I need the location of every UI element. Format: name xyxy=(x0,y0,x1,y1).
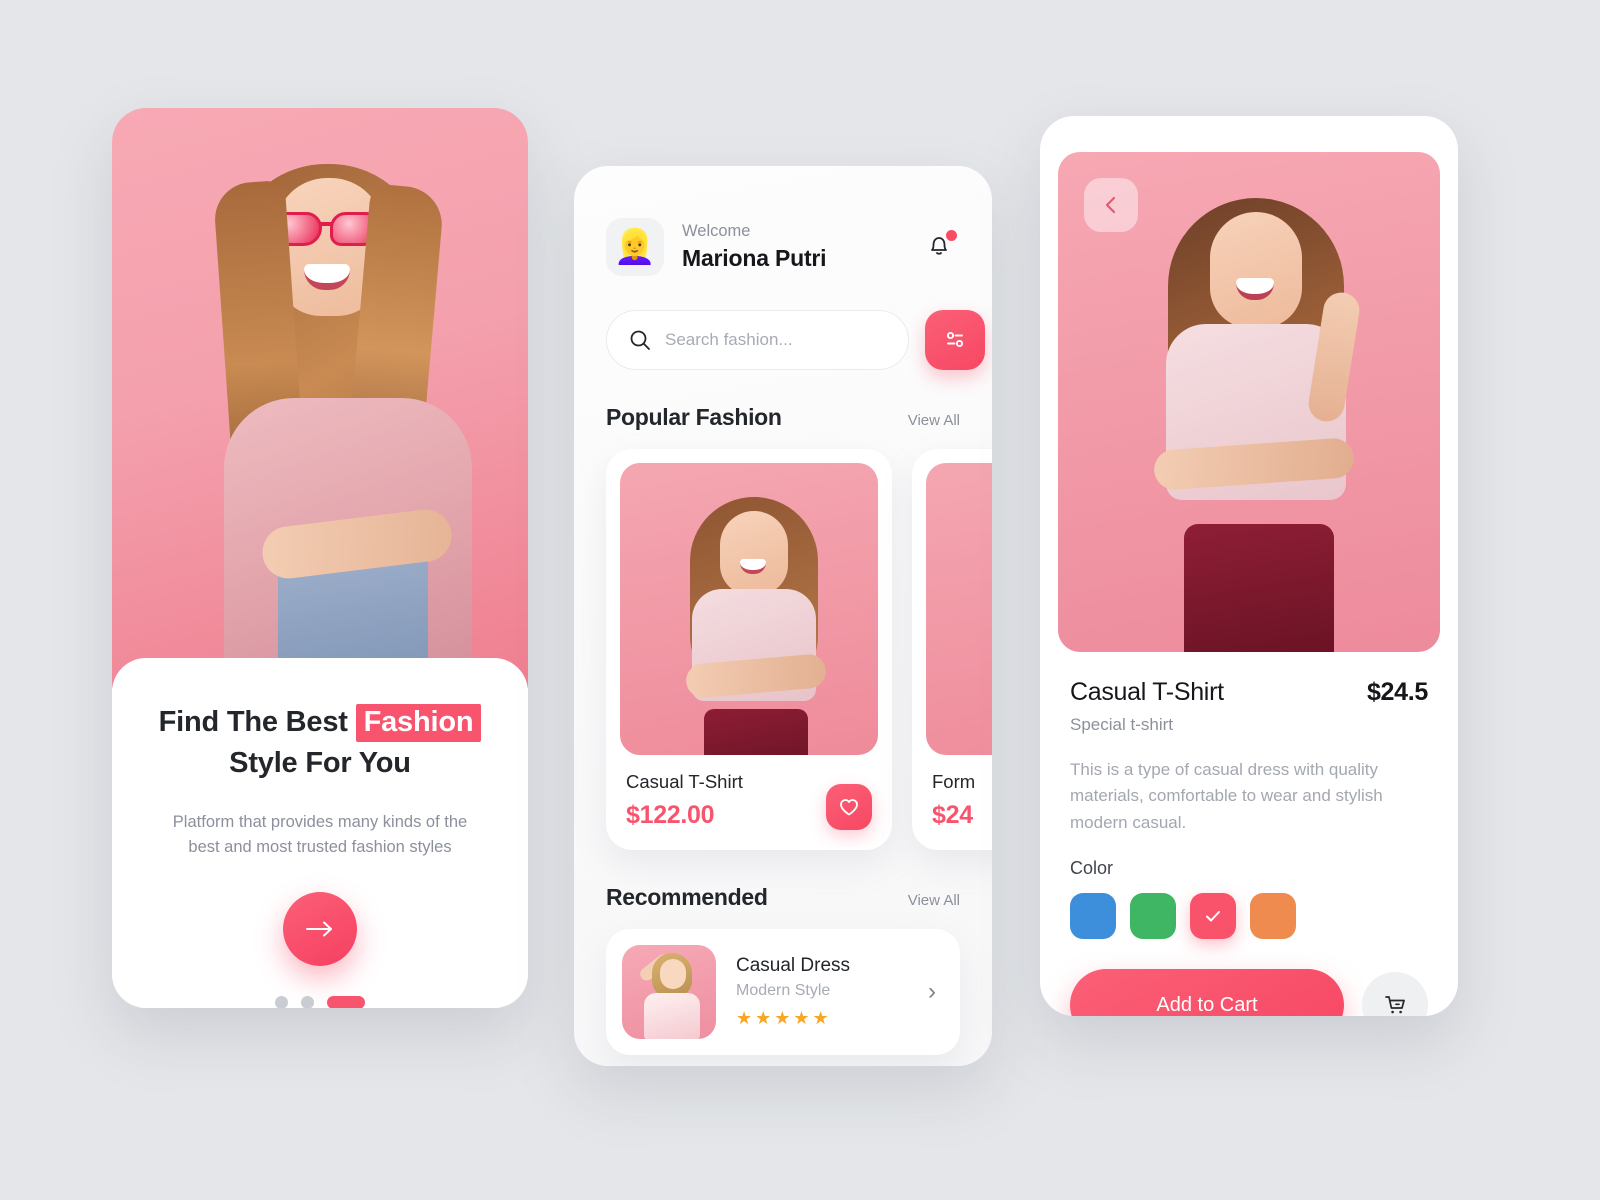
user-name: Mariona Putri xyxy=(682,245,827,271)
shopping-cart-icon xyxy=(1385,996,1405,1014)
product-card[interactable]: Casual T-Shirt $122.00 xyxy=(606,449,892,850)
recommended-view-all[interactable]: View All xyxy=(908,892,960,909)
color-swatch-blue[interactable] xyxy=(1070,893,1116,940)
detail-product-photo xyxy=(1058,152,1440,652)
detail-body: Casual T-Shirt Special t-shirt $24.5 Thi… xyxy=(1040,652,1458,1016)
detail-price: $24.5 xyxy=(1366,678,1428,706)
onboarding-title-part1: Find The Best xyxy=(158,706,348,738)
arrow-right-icon xyxy=(306,921,332,937)
search-box[interactable] xyxy=(606,310,909,370)
heart-icon xyxy=(840,799,858,816)
product-card[interactable]: Form $24 xyxy=(912,449,992,850)
recommended-title: Recommended xyxy=(606,884,768,910)
color-swatches xyxy=(1070,893,1428,940)
filter-icon xyxy=(946,331,964,348)
product-detail-screen: Casual T-Shirt Special t-shirt $24.5 Thi… xyxy=(1040,116,1458,1016)
onboarding-title-highlight: Fashion xyxy=(355,704,482,743)
product-price: $122.00 xyxy=(626,801,715,829)
back-button[interactable] xyxy=(1084,178,1138,232)
color-swatch-orange[interactable] xyxy=(1250,893,1296,940)
onboarding-hero-photo xyxy=(112,108,528,688)
product-price: $24 xyxy=(932,801,973,829)
search-row xyxy=(606,310,985,370)
product-text-block: Casual T-Shirt $122.00 xyxy=(626,771,743,830)
thumb-model-face xyxy=(660,959,686,989)
card-model-shorts xyxy=(704,709,808,755)
pagination-dot-2[interactable] xyxy=(301,995,314,1008)
popular-title: Popular Fashion xyxy=(606,404,782,430)
onboarding-text-sheet: Find The Best Fashion Style For You Plat… xyxy=(112,658,528,1008)
detail-product-name: Casual T-Shirt xyxy=(1070,678,1224,706)
rating-stars: ★★★★★ xyxy=(736,1008,832,1028)
recommended-name: Casual Dress xyxy=(736,955,851,976)
color-swatch-green[interactable] xyxy=(1130,893,1176,940)
onboarding-pagination xyxy=(152,995,488,1008)
popular-carousel[interactable]: Casual T-Shirt $122.00 Form $24 xyxy=(606,449,992,850)
thumb-model-dress xyxy=(644,993,700,1039)
home-screen: 👱‍♀️ Welcome Mariona Putri xyxy=(574,166,992,1066)
recommended-thumbnail xyxy=(622,945,716,1039)
detail-title-block: Casual T-Shirt Special t-shirt xyxy=(1070,678,1224,735)
detail-actions: Add to Cart xyxy=(1070,969,1428,1016)
search-icon xyxy=(630,330,650,350)
recommended-info: Casual Dress Modern Style ★★★★★ xyxy=(736,955,908,1029)
onboarding-screen: Find The Best Fashion Style For You Plat… xyxy=(112,108,528,1008)
chevron-right-icon[interactable]: › xyxy=(928,978,944,1006)
product-name: Form xyxy=(932,771,976,792)
list-item[interactable]: Casual Dress Modern Style ★★★★★ › xyxy=(606,929,960,1055)
onboarding-next-button[interactable] xyxy=(283,891,357,966)
product-image xyxy=(926,463,992,755)
pagination-dot-3-active[interactable] xyxy=(327,995,365,1008)
detail-description: This is a type of casual dress with qual… xyxy=(1070,760,1383,832)
popular-view-all[interactable]: View All xyxy=(908,412,960,429)
popular-section-header: Popular Fashion View All xyxy=(606,404,960,431)
chevron-left-icon xyxy=(1105,196,1116,214)
pagination-dot-1[interactable] xyxy=(275,995,288,1008)
favorite-button[interactable] xyxy=(826,784,872,830)
header-greeting-block: Welcome Mariona Putri xyxy=(682,222,904,272)
product-image xyxy=(620,463,878,755)
avatar[interactable]: 👱‍♀️ xyxy=(606,218,664,276)
detail-model-shorts xyxy=(1184,524,1334,652)
add-to-cart-button[interactable]: Add to Cart xyxy=(1070,969,1344,1016)
check-icon xyxy=(1206,911,1220,922)
detail-title-row: Casual T-Shirt Special t-shirt $24.5 xyxy=(1070,678,1428,735)
color-swatch-pink-selected[interactable] xyxy=(1190,893,1236,940)
detail-model-face xyxy=(1210,212,1302,328)
app-screens-canvas: Find The Best Fashion Style For You Plat… xyxy=(0,0,1600,1200)
detail-product-subtitle: Special t-shirt xyxy=(1070,715,1173,734)
notification-button[interactable] xyxy=(922,228,960,266)
product-name: Casual T-Shirt xyxy=(626,771,743,792)
search-input[interactable] xyxy=(665,330,886,350)
home-header: 👱‍♀️ Welcome Mariona Putri xyxy=(606,218,960,276)
onboarding-subtitle: Platform that provides many kinds of the… xyxy=(172,813,468,857)
filter-button[interactable] xyxy=(925,310,985,370)
card-model-face xyxy=(720,511,788,595)
onboarding-title: Find The Best Fashion Style For You xyxy=(152,702,488,784)
home-content: 👱‍♀️ Welcome Mariona Putri xyxy=(574,166,992,1055)
recommended-section-header: Recommended View All xyxy=(606,884,960,911)
color-label: Color xyxy=(1070,858,1114,879)
product-meta: Form $24 xyxy=(926,755,992,836)
welcome-label: Welcome xyxy=(682,222,751,240)
notification-badge-dot xyxy=(946,230,957,241)
cart-button[interactable] xyxy=(1362,972,1428,1016)
recommended-style: Modern Style xyxy=(736,982,831,999)
onboarding-title-part2: Style For You xyxy=(229,747,411,780)
product-text-block: Form $24 xyxy=(932,771,975,830)
product-meta: Casual T-Shirt $122.00 xyxy=(620,755,878,836)
